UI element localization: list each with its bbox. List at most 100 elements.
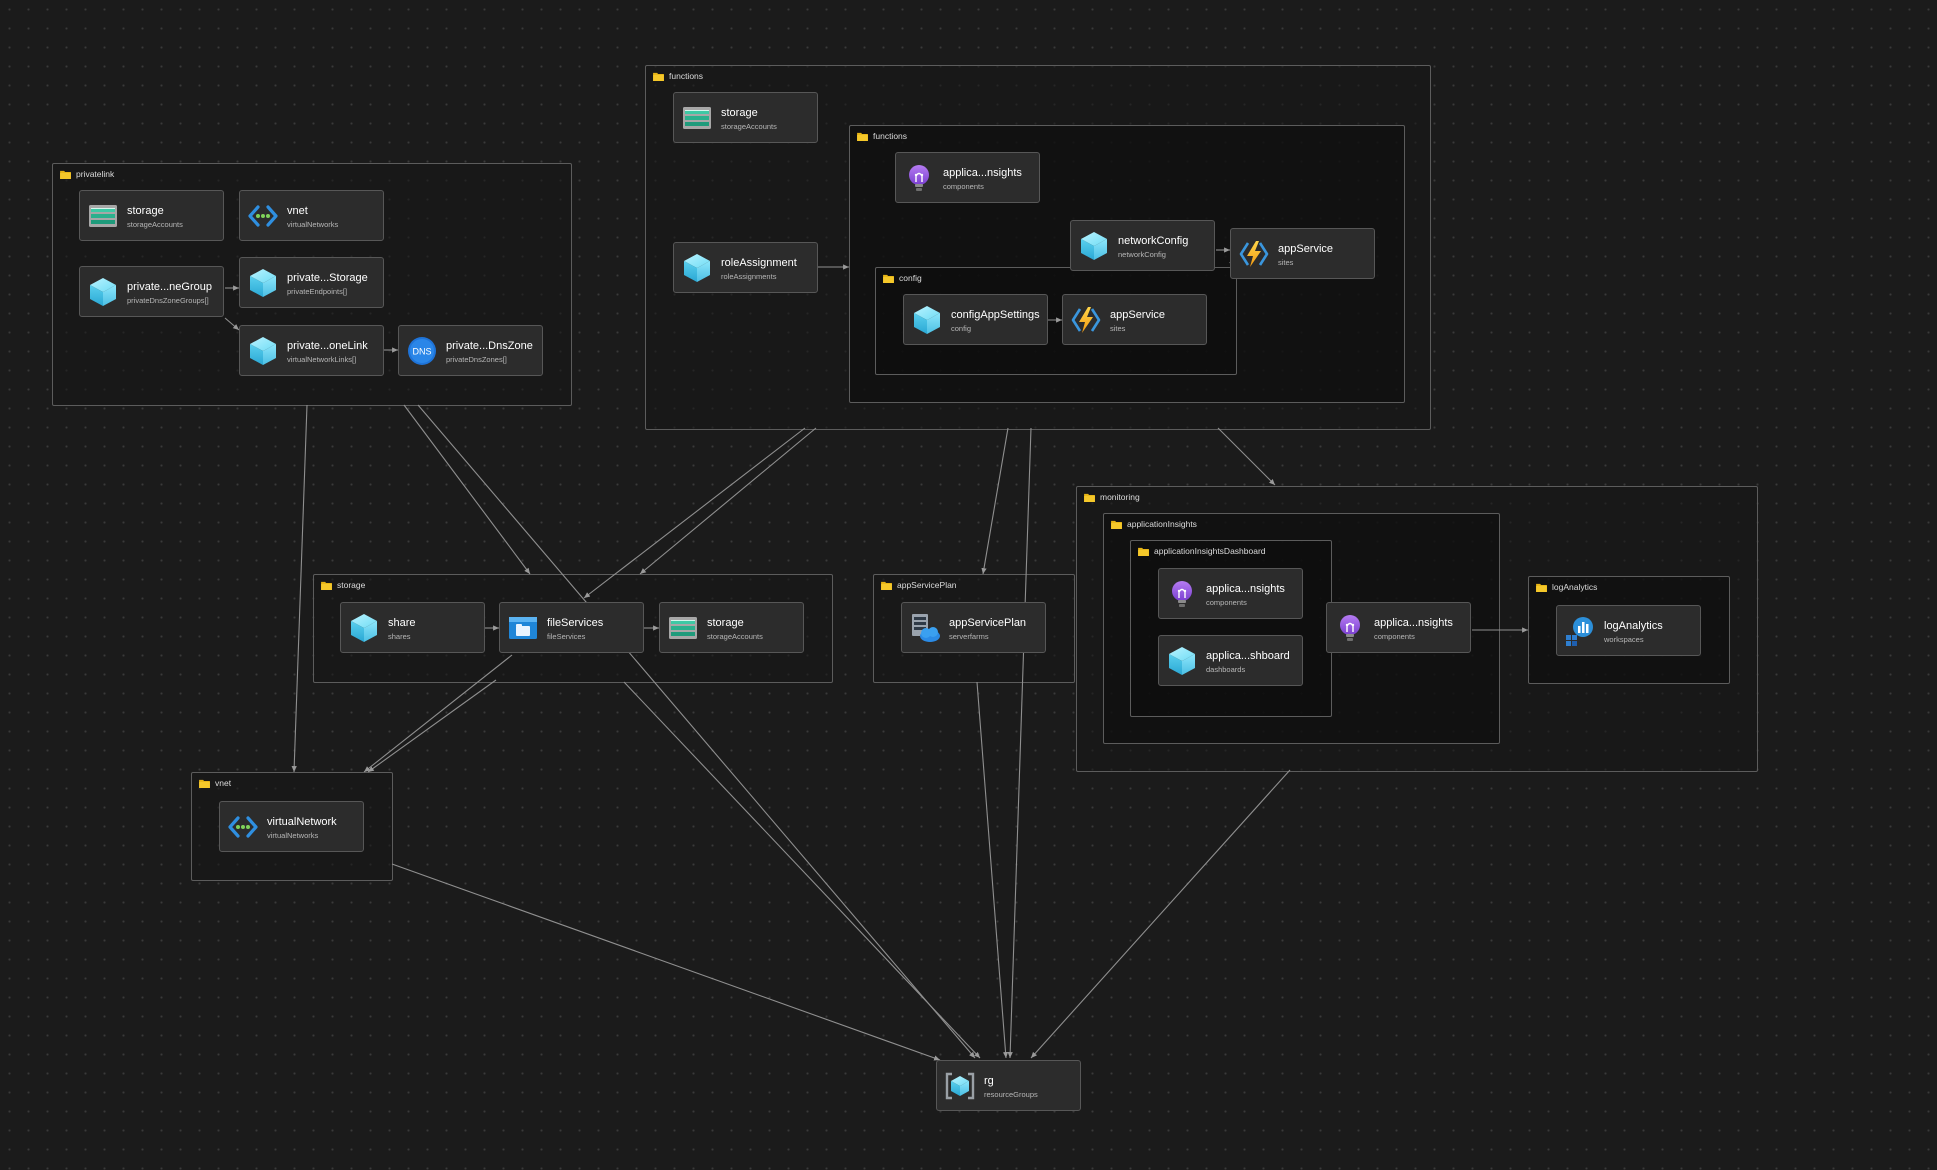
node-title: applica...nsights	[943, 167, 1022, 179]
resource-cube-icon	[247, 267, 279, 299]
storage-account-icon	[681, 102, 713, 134]
edge	[367, 679, 497, 773]
node-title: appService	[1278, 243, 1334, 255]
node-functions-app-insights[interactable]: applica...nsights components	[895, 152, 1040, 203]
folder-icon	[653, 72, 664, 81]
node-type: storageAccounts	[127, 220, 183, 229]
node-private-dns-zone-link[interactable]: private...oneLink virtualNetworkLinks[]	[239, 325, 384, 376]
edge	[291, 404, 308, 773]
node-file-services[interactable]: fileServices fileServices	[499, 602, 644, 653]
node-type: virtualNetworkLinks[]	[287, 355, 357, 364]
resource-cube-icon	[247, 335, 279, 367]
app-insights-icon	[903, 162, 935, 194]
app-service-plan-icon	[909, 612, 941, 644]
node-resource-group[interactable]: rg resourceGroups	[936, 1060, 1081, 1111]
folder-icon	[60, 170, 71, 179]
group-label: applicationInsights	[1127, 519, 1197, 529]
virtual-network-icon	[227, 811, 259, 843]
node-dashboard-app-insights[interactable]: applica...nsights components	[1158, 568, 1303, 619]
function-app-icon	[1070, 304, 1102, 336]
node-type: storageAccounts	[707, 632, 763, 641]
node-private-dns-zone-group[interactable]: private...neGroup privateDnsZoneGroups[]	[79, 266, 224, 317]
node-title: virtualNetwork	[267, 816, 337, 828]
node-functions-storage[interactable]: storage storageAccounts	[673, 92, 818, 143]
resource-cube-icon	[87, 276, 119, 308]
node-title: applica...shboard	[1206, 650, 1290, 662]
node-title: private...DnsZone	[446, 340, 533, 352]
node-type: components	[1374, 632, 1415, 641]
edge	[403, 404, 531, 575]
resource-cube-icon	[681, 252, 713, 284]
node-type: virtualNetworks	[267, 831, 319, 840]
node-type: virtualNetworks	[287, 220, 339, 229]
resource-cube-icon	[911, 304, 943, 336]
resource-cube-icon	[1078, 230, 1110, 262]
group-applicationinsights-dashboard[interactable]: applicationInsightsDashboard	[1130, 540, 1332, 717]
virtual-network-icon	[247, 200, 279, 232]
node-app-service[interactable]: appService sites	[1230, 228, 1375, 279]
node-app-service-plan[interactable]: appServicePlan serverfarms	[901, 602, 1046, 653]
edge	[639, 427, 817, 575]
file-services-icon	[507, 612, 539, 644]
folder-icon	[199, 779, 210, 788]
node-type: fileServices	[547, 632, 586, 641]
resource-group-icon	[944, 1070, 976, 1102]
node-private-endpoint[interactable]: private...Storage privateEndpoints[]	[239, 257, 384, 308]
node-title: appServicePlan	[949, 617, 1027, 629]
node-title: storage	[707, 617, 744, 629]
edge	[1217, 427, 1276, 486]
node-config-app-service[interactable]: appService sites	[1062, 294, 1207, 345]
node-type: dashboards	[1206, 665, 1246, 674]
folder-icon	[857, 132, 868, 141]
resource-cube-icon	[348, 612, 380, 644]
node-type: privateEndpoints[]	[287, 287, 348, 296]
node-type: resourceGroups	[984, 1090, 1038, 1099]
node-type: serverfarms	[949, 632, 989, 641]
log-analytics-icon	[1564, 615, 1596, 647]
node-title: applica...nsights	[1374, 617, 1453, 629]
node-type: components	[943, 182, 984, 191]
node-private-dns-zone[interactable]: private...DnsZone privateDnsZones[]	[398, 325, 543, 376]
node-type: sites	[1110, 324, 1126, 333]
node-vnet[interactable]: vnet virtualNetworks	[239, 190, 384, 241]
node-title: roleAssignment	[721, 257, 797, 269]
node-log-analytics[interactable]: logAnalytics workspaces	[1556, 605, 1701, 656]
edge	[1030, 769, 1291, 1059]
node-network-config[interactable]: networkConfig networkConfig	[1070, 220, 1215, 271]
group-label: functions	[873, 131, 908, 141]
group-label: privatelink	[76, 169, 115, 179]
node-virtual-network[interactable]: virtualNetwork virtualNetworks	[219, 801, 364, 852]
node-share[interactable]: share shares	[340, 602, 485, 653]
node-title: rg	[984, 1075, 994, 1087]
storage-account-icon	[667, 612, 699, 644]
edge	[623, 681, 981, 1059]
node-title: appService	[1110, 309, 1166, 321]
node-title: storage	[127, 205, 164, 217]
function-app-icon	[1238, 238, 1270, 270]
folder-icon	[1084, 493, 1095, 502]
node-role-assignment[interactable]: roleAssignment roleAssignments	[673, 242, 818, 293]
node-storage-storage-account[interactable]: storage storageAccounts	[659, 602, 804, 653]
node-title: networkConfig	[1118, 235, 1189, 247]
node-app-insights-dashboard[interactable]: applica...shboard dashboards	[1158, 635, 1303, 686]
node-type: roleAssignments	[721, 272, 777, 281]
node-title: storage	[721, 107, 758, 119]
edge	[417, 404, 976, 1059]
edge	[583, 427, 806, 599]
node-title: applica...nsights	[1206, 583, 1285, 595]
node-config-app-settings[interactable]: configAppSettings config	[903, 294, 1048, 345]
group-label: applicationInsightsDashboard	[1154, 546, 1266, 556]
edge	[981, 427, 1009, 575]
node-title: vnet	[287, 205, 308, 217]
node-type: privateDnsZoneGroups[]	[127, 296, 209, 305]
group-label: logAnalytics	[1552, 582, 1598, 592]
node-title: fileServices	[547, 617, 604, 629]
group-label: functions	[669, 71, 704, 81]
edge	[391, 863, 941, 1061]
node-title: private...oneLink	[287, 340, 368, 352]
node-type: components	[1206, 598, 1247, 607]
node-title: share	[388, 617, 416, 629]
group-label: storage	[337, 580, 366, 590]
node-monitoring-app-insights[interactable]: applica...nsights components	[1326, 602, 1471, 653]
node-storage-account[interactable]: storage storageAccounts	[79, 190, 224, 241]
